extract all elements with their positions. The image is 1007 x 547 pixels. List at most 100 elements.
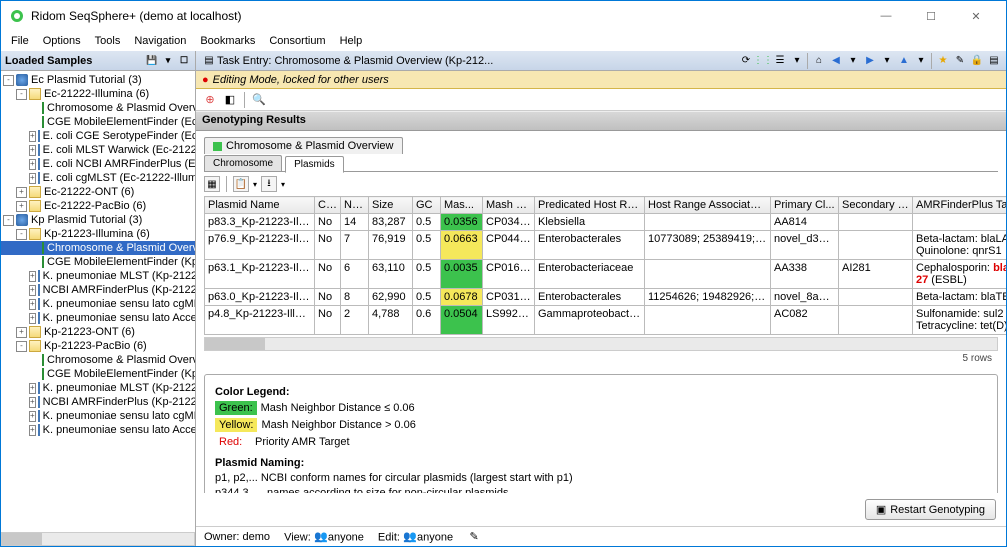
forward-menu-icon[interactable]: ▾: [879, 53, 895, 69]
tree-item[interactable]: +K. pneumoniae sensu lato cgMLST (Kp-21: [1, 297, 195, 311]
tree-item[interactable]: +NCBI AMRFinderPlus (Kp-21223-Illumina): [1, 283, 195, 297]
tree-item[interactable]: Chromosome & Plasmid Overview (Kp-21: [1, 353, 195, 367]
tree-item[interactable]: CGE MobileElementFinder (Ec-21222-Il…: [1, 115, 195, 129]
expander-icon[interactable]: +: [29, 299, 36, 310]
tree-item[interactable]: -Kp-21223-PacBio (6): [1, 339, 195, 353]
copy-icon[interactable]: 📋: [233, 176, 249, 192]
tree-item[interactable]: +Ec-21222-ONT (6): [1, 185, 195, 199]
tree-item[interactable]: Chromosome & Plasmid Overview (: [1, 241, 195, 255]
grid-icon[interactable]: ▦: [204, 176, 220, 192]
overview-tab-label[interactable]: Chromosome & Plasmid Overview: [204, 137, 403, 154]
expander-icon[interactable]: +: [29, 397, 36, 408]
sample-tree[interactable]: -Ec Plasmid Tutorial (3)-Ec-21222-Illumi…: [1, 71, 195, 530]
chart-menu-icon[interactable]: ▾: [789, 53, 805, 69]
col-header[interactable]: Mas...: [441, 197, 483, 214]
expander-icon[interactable]: +: [29, 145, 36, 156]
expander-icon[interactable]: +: [29, 313, 36, 324]
up-menu-icon[interactable]: ▾: [913, 53, 929, 69]
menu-help[interactable]: Help: [334, 33, 369, 49]
report-icon[interactable]: ▤: [986, 53, 1002, 69]
expander-icon[interactable]: +: [29, 173, 36, 184]
close-panel-icon[interactable]: ☐: [177, 54, 191, 68]
restart-genotyping-button[interactable]: ▣ Restart Genotyping: [865, 499, 996, 520]
col-header[interactable]: Predicated Host Ra...: [535, 197, 645, 214]
flag-icon[interactable]: ◧: [222, 92, 238, 108]
close-button[interactable]: ✕: [954, 2, 998, 30]
tree-item[interactable]: -Ec Plasmid Tutorial (3): [1, 73, 195, 87]
lock-icon[interactable]: 🔒: [969, 53, 985, 69]
plasmid-table[interactable]: Plasmid NameCir...Nu...SizeGCMas...Mash …: [204, 196, 1006, 335]
expander-icon[interactable]: -: [3, 215, 14, 226]
home-icon[interactable]: ⌂: [811, 53, 827, 69]
col-header[interactable]: Mash N...: [483, 197, 535, 214]
tree-item[interactable]: -Kp-21223-Illumina (6): [1, 227, 195, 241]
col-header[interactable]: AMRFinderPlus Targets: [913, 197, 1007, 214]
tree-item[interactable]: +K. pneumoniae sensu lato Accessory (Kp…: [1, 423, 195, 437]
table-row[interactable]: p4.8_Kp-21223-IlluminaNo24,7880.60.0504L…: [205, 306, 1007, 335]
tree-item[interactable]: CGE MobileElementFinder (Kp-21223-Illumi: [1, 255, 195, 269]
expander-icon[interactable]: +: [29, 383, 36, 394]
expander-icon[interactable]: +: [16, 327, 27, 338]
back-menu-icon[interactable]: ▾: [845, 53, 861, 69]
note-icon[interactable]: ✎: [467, 530, 481, 544]
menu-tools[interactable]: Tools: [89, 33, 127, 49]
expander-icon[interactable]: +: [16, 201, 27, 212]
menu-file[interactable]: File: [5, 33, 35, 49]
expander-icon[interactable]: +: [29, 131, 36, 142]
refresh-icon[interactable]: ⟳: [738, 53, 754, 69]
col-header[interactable]: Nu...: [341, 197, 369, 214]
tree-item[interactable]: +Ec-21222-PacBio (6): [1, 199, 195, 213]
tree-h-scrollbar[interactable]: [1, 532, 195, 546]
export-icon[interactable]: ⭳: [261, 176, 277, 192]
table-row[interactable]: p83.3_Kp-21223-IlluminaNo1483,2870.50.03…: [205, 214, 1007, 231]
expander-icon[interactable]: -: [16, 89, 27, 100]
tree-item[interactable]: -Kp Plasmid Tutorial (3): [1, 213, 195, 227]
filter-menu-icon[interactable]: ▾: [161, 54, 175, 68]
tab-plasmids[interactable]: Plasmids: [285, 156, 344, 173]
bookmark-icon[interactable]: ★: [935, 53, 951, 69]
table-row[interactable]: p63.0_Kp-21223-IlluminaNo862,9900.50.067…: [205, 289, 1007, 306]
tree-item[interactable]: +K. pneumoniae MLST (Kp-21223-PacBio): [1, 381, 195, 395]
table-row[interactable]: p63.1_Kp-21223-IlluminaNo663,1100.50.003…: [205, 260, 1007, 289]
menu-navigation[interactable]: Navigation: [128, 33, 192, 49]
tree-item[interactable]: Chromosome & Plasmid Overview (Ec-21…: [1, 101, 195, 115]
wifi-icon[interactable]: ⋮⋮: [755, 53, 771, 69]
col-header[interactable]: Cir...: [315, 197, 341, 214]
expander-icon[interactable]: +: [29, 425, 36, 436]
search-icon[interactable]: 🔍: [251, 92, 267, 108]
tree-item[interactable]: +E. coli cgMLST (Ec-21222-Illumina): [1, 171, 195, 185]
maximize-button[interactable]: ☐: [909, 2, 953, 30]
tree-item[interactable]: +E. coli CGE SerotypeFinder (Ec-21222-Il…: [1, 129, 195, 143]
col-header[interactable]: Secondary Cl...: [839, 197, 913, 214]
expander-icon[interactable]: +: [29, 159, 36, 170]
chart-icon[interactable]: ☰: [772, 53, 788, 69]
menu-bookmarks[interactable]: Bookmarks: [194, 33, 261, 49]
edit-icon[interactable]: ✎: [952, 53, 968, 69]
expander-icon[interactable]: -: [3, 75, 14, 86]
tree-item[interactable]: +NCBI AMRFinderPlus (Kp-21223-PacBio): [1, 395, 195, 409]
forward-icon[interactable]: ▶: [862, 53, 878, 69]
tree-item[interactable]: +E. coli NCBI AMRFinderPlus (Ec-21222-Il…: [1, 157, 195, 171]
table-row[interactable]: p76.9_Kp-21223-IlluminaNo776,9190.50.066…: [205, 231, 1007, 260]
col-header[interactable]: GC: [413, 197, 441, 214]
tree-item[interactable]: CGE MobileElementFinder (Kp-21223-PacB: [1, 367, 195, 381]
tree-item[interactable]: -Ec-21222-Illumina (6): [1, 87, 195, 101]
col-header[interactable]: Host Range Associated ...: [645, 197, 771, 214]
target-icon[interactable]: ⊕: [202, 92, 218, 108]
save-icon[interactable]: 💾: [145, 54, 159, 68]
col-header[interactable]: Size: [369, 197, 413, 214]
expander-icon[interactable]: +: [29, 411, 36, 422]
tree-item[interactable]: +K. pneumoniae sensu lato Accessory (Kp…: [1, 311, 195, 325]
minimize-button[interactable]: —: [864, 2, 908, 30]
tab-chromosome[interactable]: Chromosome: [204, 155, 282, 171]
expander-icon[interactable]: -: [16, 229, 27, 240]
col-header[interactable]: Plasmid Name: [205, 197, 315, 214]
menu-options[interactable]: Options: [37, 33, 87, 49]
table-h-scrollbar[interactable]: [204, 337, 998, 351]
tree-item[interactable]: +K. pneumoniae sensu lato cgMLST (Kp-21: [1, 409, 195, 423]
back-icon[interactable]: ◀: [828, 53, 844, 69]
expander-icon[interactable]: +: [16, 187, 27, 198]
expander-icon[interactable]: -: [16, 341, 27, 352]
col-header[interactable]: Primary Cl...: [771, 197, 839, 214]
tree-item[interactable]: +E. coli MLST Warwick (Ec-21222-Illumina…: [1, 143, 195, 157]
